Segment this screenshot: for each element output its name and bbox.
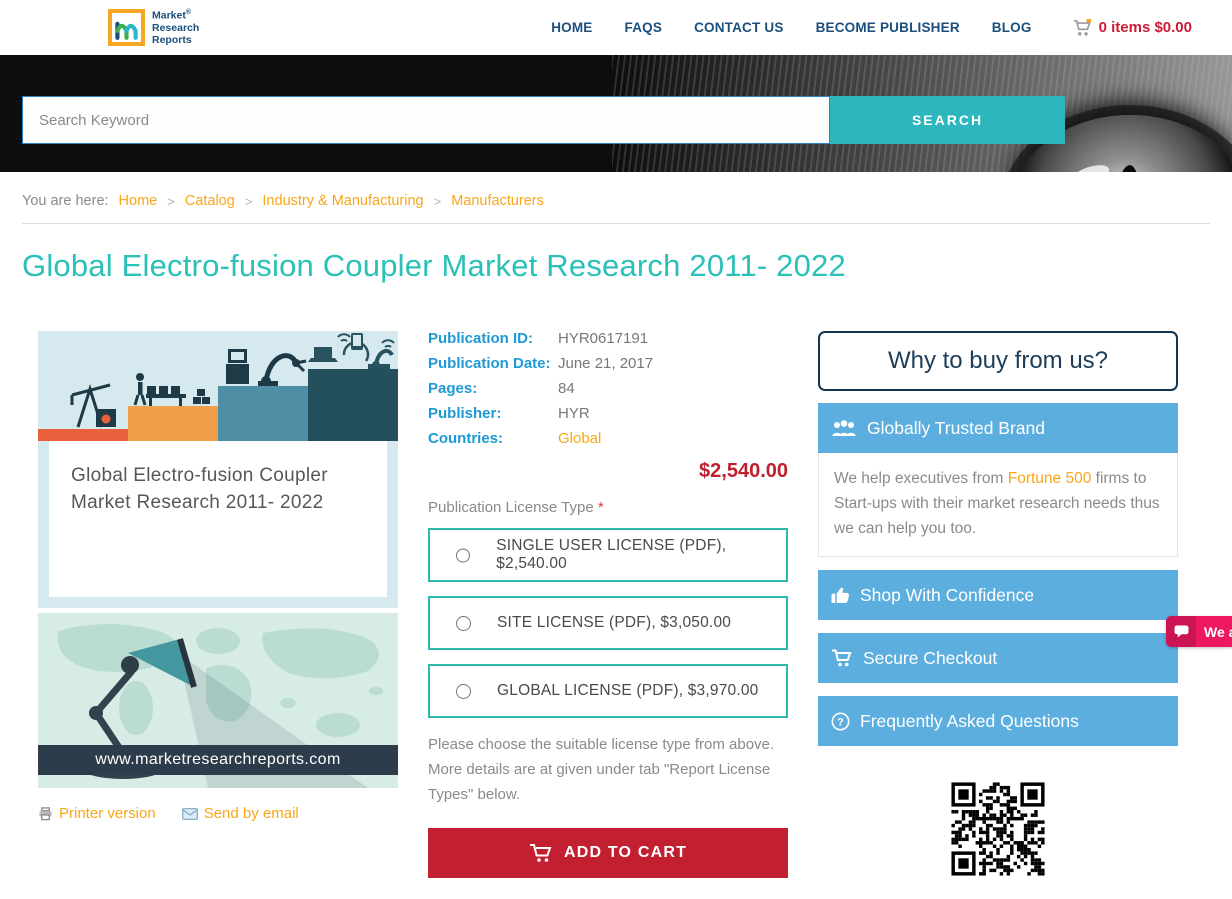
product-image-column: Global Electro-fusion Coupler Market Res… [38, 331, 398, 879]
license-option-single-user[interactable]: SINGLE USER LICENSE (PDF), $2,540.00 [428, 528, 788, 582]
breadcrumb-separator: > [433, 193, 442, 209]
breadcrumb-manufacturers[interactable]: Manufacturers [451, 193, 544, 209]
share-links: Printer version Send by email [38, 805, 398, 822]
brand-map-image: www.marketresearchreports.com [38, 613, 398, 788]
breadcrumb-industry-manufacturing[interactable]: Industry & Manufacturing [262, 193, 423, 209]
nav-become-publisher[interactable]: BECOME PUBLISHER [816, 20, 960, 35]
breadcrumb-prefix: You are here: [22, 193, 109, 209]
countries-global-link[interactable]: Global [558, 431, 601, 446]
license-radio-single-user[interactable] [456, 547, 471, 563]
checkout-cart-icon [831, 649, 853, 667]
license-radio-global[interactable] [456, 683, 471, 699]
breadcrumb-catalog[interactable]: Catalog [185, 193, 235, 209]
license-radio-site[interactable] [456, 615, 471, 631]
breadcrumb-home[interactable]: Home [119, 193, 158, 209]
printer-icon [38, 806, 53, 821]
detail-row-publisher: Publisher: HYR [428, 405, 590, 422]
detail-row-publication-date: Publication Date: June 21, 2017 [428, 355, 654, 372]
search-bar: SEARCH [22, 96, 1065, 144]
search-button[interactable]: SEARCH [830, 96, 1065, 144]
thumbs-up-icon [831, 586, 850, 604]
logo-m-icon [108, 9, 145, 46]
question-circle-icon: ? [831, 712, 850, 731]
nav-blog[interactable]: BLOG [992, 20, 1032, 35]
svg-text:?: ? [837, 716, 844, 728]
license-type-label: Publication License Type * [428, 499, 604, 516]
header-cart[interactable]: 0 items $0.00 [1072, 18, 1192, 37]
search-input[interactable] [22, 96, 830, 144]
hero-banner: SEARCH [0, 55, 1232, 172]
printer-version-link[interactable]: Printer version [38, 805, 156, 822]
license-note: Please choose the suitable license type … [428, 736, 775, 803]
breadcrumb-separator: > [167, 193, 175, 209]
purchase-column: Publication ID: HYR0617191 Publication D… [428, 331, 788, 879]
license-option-global[interactable]: GLOBAL LICENSE (PDF), $3,970.00 [428, 664, 788, 718]
report-cover-image: Global Electro-fusion Coupler Market Res… [38, 331, 398, 608]
feature-secure-checkout[interactable]: Secure Checkout [818, 633, 1178, 683]
why-to-buy-header: Why to buy from us? [818, 331, 1178, 391]
cover-illustration [38, 331, 398, 441]
brand-name: Market® Research Reports [152, 9, 200, 46]
qr-code [948, 779, 1048, 879]
trusted-brand-description: We help executives from Fortune 500 firm… [818, 453, 1178, 557]
cart-count-label: 0 items $0.00 [1098, 19, 1192, 36]
add-to-cart-cart-icon [529, 843, 553, 863]
send-by-email-link[interactable]: Send by email [181, 805, 299, 822]
nav-home[interactable]: HOME [551, 20, 592, 35]
cover-title: Global Electro-fusion Coupler Market Res… [49, 441, 387, 597]
site-url-bar: www.marketresearchreports.com [38, 745, 398, 775]
feature-faq[interactable]: ? Frequently Asked Questions [818, 696, 1178, 746]
detail-row-publication-id: Publication ID: HYR0617191 [428, 330, 649, 347]
license-option-site[interactable]: SITE LICENSE (PDF), $3,050.00 [428, 596, 788, 650]
nav-faqs[interactable]: FAQS [625, 20, 663, 35]
add-to-cart-button[interactable]: ADD TO CART [428, 828, 788, 878]
email-icon [181, 807, 198, 820]
fortune-500-link[interactable]: Fortune 500 [1008, 470, 1092, 487]
live-chat-tab[interactable]: We a [1166, 616, 1232, 647]
nav-contact-us[interactable]: CONTACT US [694, 20, 784, 35]
breadcrumb-separator: > [244, 193, 253, 209]
feature-globally-trusted-brand[interactable]: Globally Trusted Brand [818, 403, 1178, 453]
page-title: Global Electro-fusion Coupler Market Res… [22, 248, 846, 283]
main-navigation: HOME FAQS CONTACT US BECOME PUBLISHER BL… [551, 20, 1031, 35]
sidebar-column: Why to buy from us? Globally Trusted Bra… [818, 331, 1178, 879]
price: $2,540.00 [699, 460, 788, 482]
main-content: Global Electro-fusion Coupler Market Res… [0, 331, 1232, 879]
detail-row-pages: Pages: 84 [428, 380, 575, 397]
detail-row-countries: Countries: Global [428, 430, 602, 447]
top-header: Market® Research Reports HOME FAQS CONTA… [0, 0, 1232, 55]
chat-bubble-icon [1166, 616, 1196, 647]
feature-shop-with-confidence[interactable]: Shop With Confidence [818, 570, 1178, 620]
cart-icon [1072, 18, 1092, 37]
brand-logo[interactable]: Market® Research Reports [108, 9, 199, 46]
breadcrumb: You are here: Home > Catalog > Industry … [22, 172, 1210, 224]
chat-label: We a [1204, 623, 1232, 640]
users-group-icon [831, 419, 857, 437]
